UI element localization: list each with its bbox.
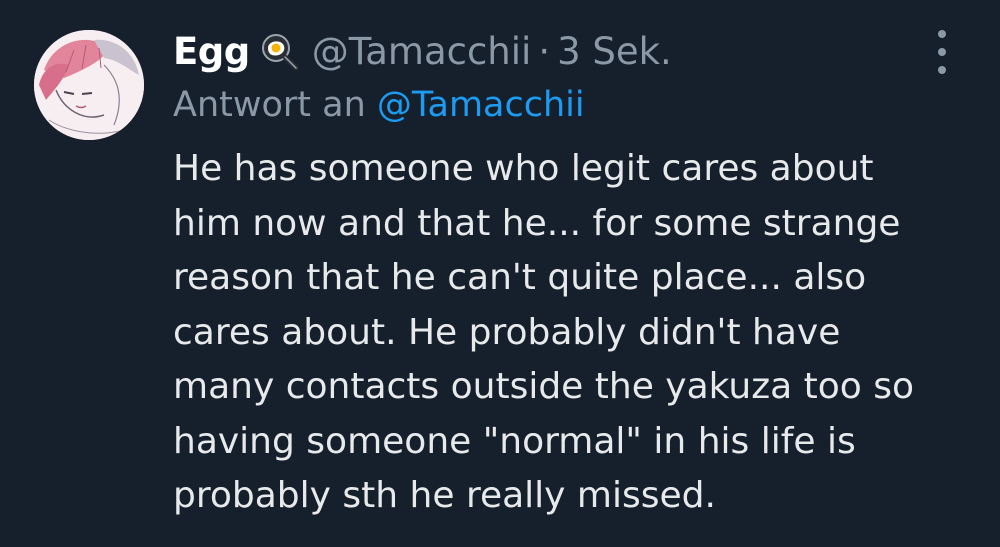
separator-dot: · — [538, 30, 551, 73]
tweet-body-line: reason that he can't quite place... also — [173, 257, 867, 298]
tweet: Egg @Tamacchii · 3 Sek. Antwort an @Tama… — [0, 0, 1000, 547]
more-dot — [938, 30, 946, 38]
avatar[interactable] — [34, 30, 144, 140]
tweet-body-line: him now and that he... for some strange — [173, 202, 901, 244]
tweet-header: Egg @Tamacchii · 3 Sek. — [173, 24, 973, 80]
tweet-body-line: probably sth he really missed. — [173, 475, 716, 516]
fried-egg-in-pan-icon — [260, 32, 300, 72]
more-dot — [938, 66, 946, 74]
avatar-illustration — [34, 30, 144, 140]
reply-context: Antwort an @Tamacchii — [173, 80, 973, 130]
tweet-body-line: He has someone who legit cares about — [173, 148, 874, 189]
tweet-body-line: many contacts outside the yakuza too so — [173, 366, 915, 407]
more-options-icon[interactable] — [930, 30, 954, 74]
tweet-body: He has someone who legit cares about him… — [173, 142, 973, 524]
timestamp[interactable]: 3 Sek. — [557, 24, 672, 80]
tweet-body-line: having someone "normal" in his life is — [173, 420, 856, 462]
display-name[interactable]: Egg — [173, 24, 250, 80]
reply-prefix: Antwort an — [173, 85, 366, 125]
more-dot — [938, 48, 946, 56]
user-handle[interactable]: @Tamacchii — [312, 24, 532, 80]
reply-mention-link[interactable]: @Tamacchii — [377, 85, 585, 125]
tweet-body-line: cares about. He probably didn't have — [173, 311, 841, 353]
tweet-content: Egg @Tamacchii · 3 Sek. Antwort an @Tama… — [173, 24, 973, 524]
